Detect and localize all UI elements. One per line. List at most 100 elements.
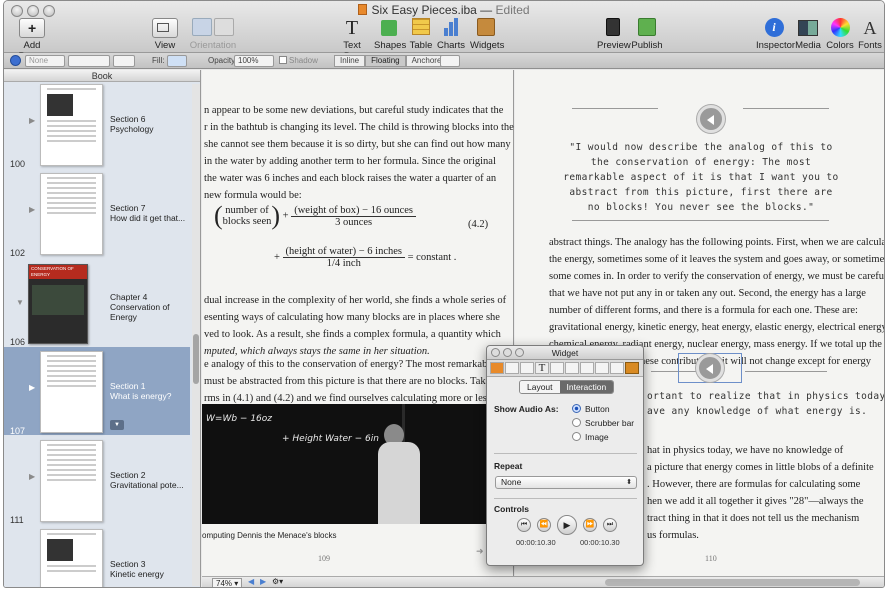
publish-button[interactable]: Publish xyxy=(631,18,663,51)
sidebar-item-section-7[interactable]: ▶ 102 Section 7 How did it get that... xyxy=(4,169,190,258)
chart-inspector-tab[interactable] xyxy=(595,362,609,374)
widgets-button[interactable]: Widgets xyxy=(470,18,504,51)
show-audio-label: Show Audio As: xyxy=(494,404,559,414)
selected-audio-widget[interactable] xyxy=(678,353,742,383)
link-inspector-tab[interactable] xyxy=(610,362,624,374)
minimize-panel-button[interactable] xyxy=(503,348,512,357)
audio-widget-speaker-icon[interactable] xyxy=(697,105,725,133)
media-icon xyxy=(794,18,822,38)
wrap-select[interactable] xyxy=(440,55,460,67)
widget-inspector-tab[interactable] xyxy=(625,362,639,374)
inspector-button[interactable]: i Inspector xyxy=(756,18,795,51)
window-title: Six Easy Pieces.iba — Edited xyxy=(4,3,884,17)
previous-page-button[interactable]: ◀ xyxy=(248,577,254,586)
interaction-tab[interactable]: Interaction xyxy=(559,381,614,393)
next-page-button[interactable]: ▶ xyxy=(260,577,266,586)
start-time: 00:00:10.30 xyxy=(516,538,556,547)
radio-button-option[interactable]: Button xyxy=(572,404,610,414)
play-button[interactable]: ▶ xyxy=(557,515,577,535)
preview-icon xyxy=(597,18,629,38)
inspector-tabs: T xyxy=(487,360,643,377)
page-109[interactable]: n appear to be some new deviations, but … xyxy=(202,70,516,576)
fill-well[interactable] xyxy=(167,55,187,67)
body-text: dual increase in the complexity of her w… xyxy=(204,295,507,357)
body-text: n appear to be some new deviations, but … xyxy=(204,105,514,201)
sidebar-item-section-2[interactable]: ▶ 111 Section 2 Gravitational pote... xyxy=(4,436,190,525)
skip-forward-button[interactable]: ⏭ xyxy=(603,518,617,532)
end-time: 00:00:10.30 xyxy=(580,538,620,547)
radio-image-option[interactable]: Image xyxy=(572,432,609,442)
floating-option[interactable]: Floating xyxy=(365,55,406,67)
table-inspector-tab[interactable] xyxy=(580,362,594,374)
sidebar-item-section-3[interactable]: Section 3 Kinetic energy xyxy=(4,525,190,587)
zoom-panel-button[interactable] xyxy=(515,348,524,357)
shapes-button[interactable]: Shapes xyxy=(374,18,406,51)
radio-scrubber-option[interactable]: Scrubber bar xyxy=(572,418,634,428)
charts-button[interactable]: Charts xyxy=(436,18,466,51)
media-button[interactable]: Media xyxy=(794,18,822,51)
horizontal-scroll-thumb[interactable] xyxy=(605,579,860,586)
page-thumbnail xyxy=(40,84,103,166)
page-thumbnail xyxy=(40,351,103,433)
sidebar-scroll-thumb[interactable] xyxy=(193,334,199,384)
metrics-inspector-tab[interactable] xyxy=(565,362,579,374)
inline-option[interactable]: Inline xyxy=(334,55,366,67)
page-thumbnail xyxy=(40,173,103,255)
text-inspector-tab[interactable]: T xyxy=(535,362,549,374)
view-button[interactable]: View xyxy=(150,18,180,51)
repeat-label: Repeat xyxy=(494,461,523,471)
sidebar-item-section-6[interactable]: ▶ 100 Section 6 Psychology xyxy=(4,80,190,169)
book-sidebar: Book ▶ 100 Section 6 Psychology ▶ 102 Sec… xyxy=(4,70,201,587)
opacity-field[interactable]: 100% xyxy=(234,55,274,67)
skip-back-button[interactable]: ⏮ xyxy=(517,518,531,532)
orientation-button[interactable]: Orientation xyxy=(187,18,239,51)
view-icon xyxy=(152,18,178,38)
shapes-icon xyxy=(374,18,404,38)
fill-label: Fill: xyxy=(152,56,165,65)
table-button[interactable]: Table xyxy=(407,18,435,51)
disclosure-triangle-icon[interactable]: ▶ xyxy=(29,205,35,214)
plus-icon: + xyxy=(19,18,45,38)
thumbnail-menu-button[interactable]: ▼ xyxy=(110,420,124,430)
equation-number: (4.2) xyxy=(468,219,489,230)
wrap-inspector-tab[interactable] xyxy=(520,362,534,374)
app-window: Six Easy Pieces.iba — Edited + Add Pages… xyxy=(3,0,885,588)
colors-button[interactable]: Colors xyxy=(825,18,855,51)
layout-inspector-tab[interactable] xyxy=(505,362,519,374)
disclosure-triangle-icon[interactable]: ▶ xyxy=(29,116,35,125)
charts-icon xyxy=(436,18,466,38)
fonts-button[interactable]: A Fonts xyxy=(857,18,883,51)
shadow-checkbox[interactable]: Shadow xyxy=(279,56,318,68)
lecture-photo[interactable]: W=Wb − 16oz + Height Water − 6in xyxy=(202,404,492,524)
graphic-inspector-tab[interactable] xyxy=(550,362,564,374)
layout-tab[interactable]: Layout xyxy=(520,381,560,393)
pull-quote-2: ortant to realize that in physics today … xyxy=(647,391,885,417)
stroke-select[interactable]: None xyxy=(25,55,65,67)
body-text: e analogy of this to the conservation of… xyxy=(204,359,516,404)
format-bar: None Fill: Opacity: 100% Shadow Inline Fl… xyxy=(4,53,884,69)
page-arrow-icon[interactable]: ➜ xyxy=(476,546,484,557)
disclosure-triangle-icon[interactable]: ▶ xyxy=(29,383,35,392)
fast-forward-button[interactable]: ⏩ xyxy=(583,518,597,532)
gear-icon[interactable]: ⚙▾ xyxy=(272,577,283,586)
zoom-select[interactable]: 74% ▾ xyxy=(212,578,243,587)
document-inspector-tab[interactable] xyxy=(490,362,504,374)
info-icon: i xyxy=(756,18,792,38)
audio-widget-speaker-icon[interactable] xyxy=(696,354,724,382)
line-width-field[interactable] xyxy=(113,55,135,67)
disclosure-triangle-open-icon[interactable]: ▼ xyxy=(16,298,24,307)
repeat-select[interactable]: None ⬍ xyxy=(495,476,637,489)
body-text: hat in physics today, we have no knowled… xyxy=(647,445,874,541)
disclosure-triangle-icon[interactable]: ▶ xyxy=(29,472,35,481)
orientation-icon xyxy=(187,18,239,38)
line-style-select[interactable] xyxy=(68,55,110,67)
sidebar-item-section-1[interactable]: ▶ 107 Section 1 What is energy? ▼ xyxy=(4,347,190,436)
rewind-button[interactable]: ⏪ xyxy=(537,518,551,532)
controls-label: Controls xyxy=(494,504,529,514)
close-panel-button[interactable] xyxy=(491,348,500,357)
page-number: 110 xyxy=(705,554,717,563)
style-icon[interactable] xyxy=(10,55,21,66)
fonts-icon: A xyxy=(863,18,877,38)
status-bar: 74% ▾ ◀ ▶ ⚙▾ xyxy=(202,576,884,587)
preview-button[interactable]: Preview xyxy=(597,18,631,51)
